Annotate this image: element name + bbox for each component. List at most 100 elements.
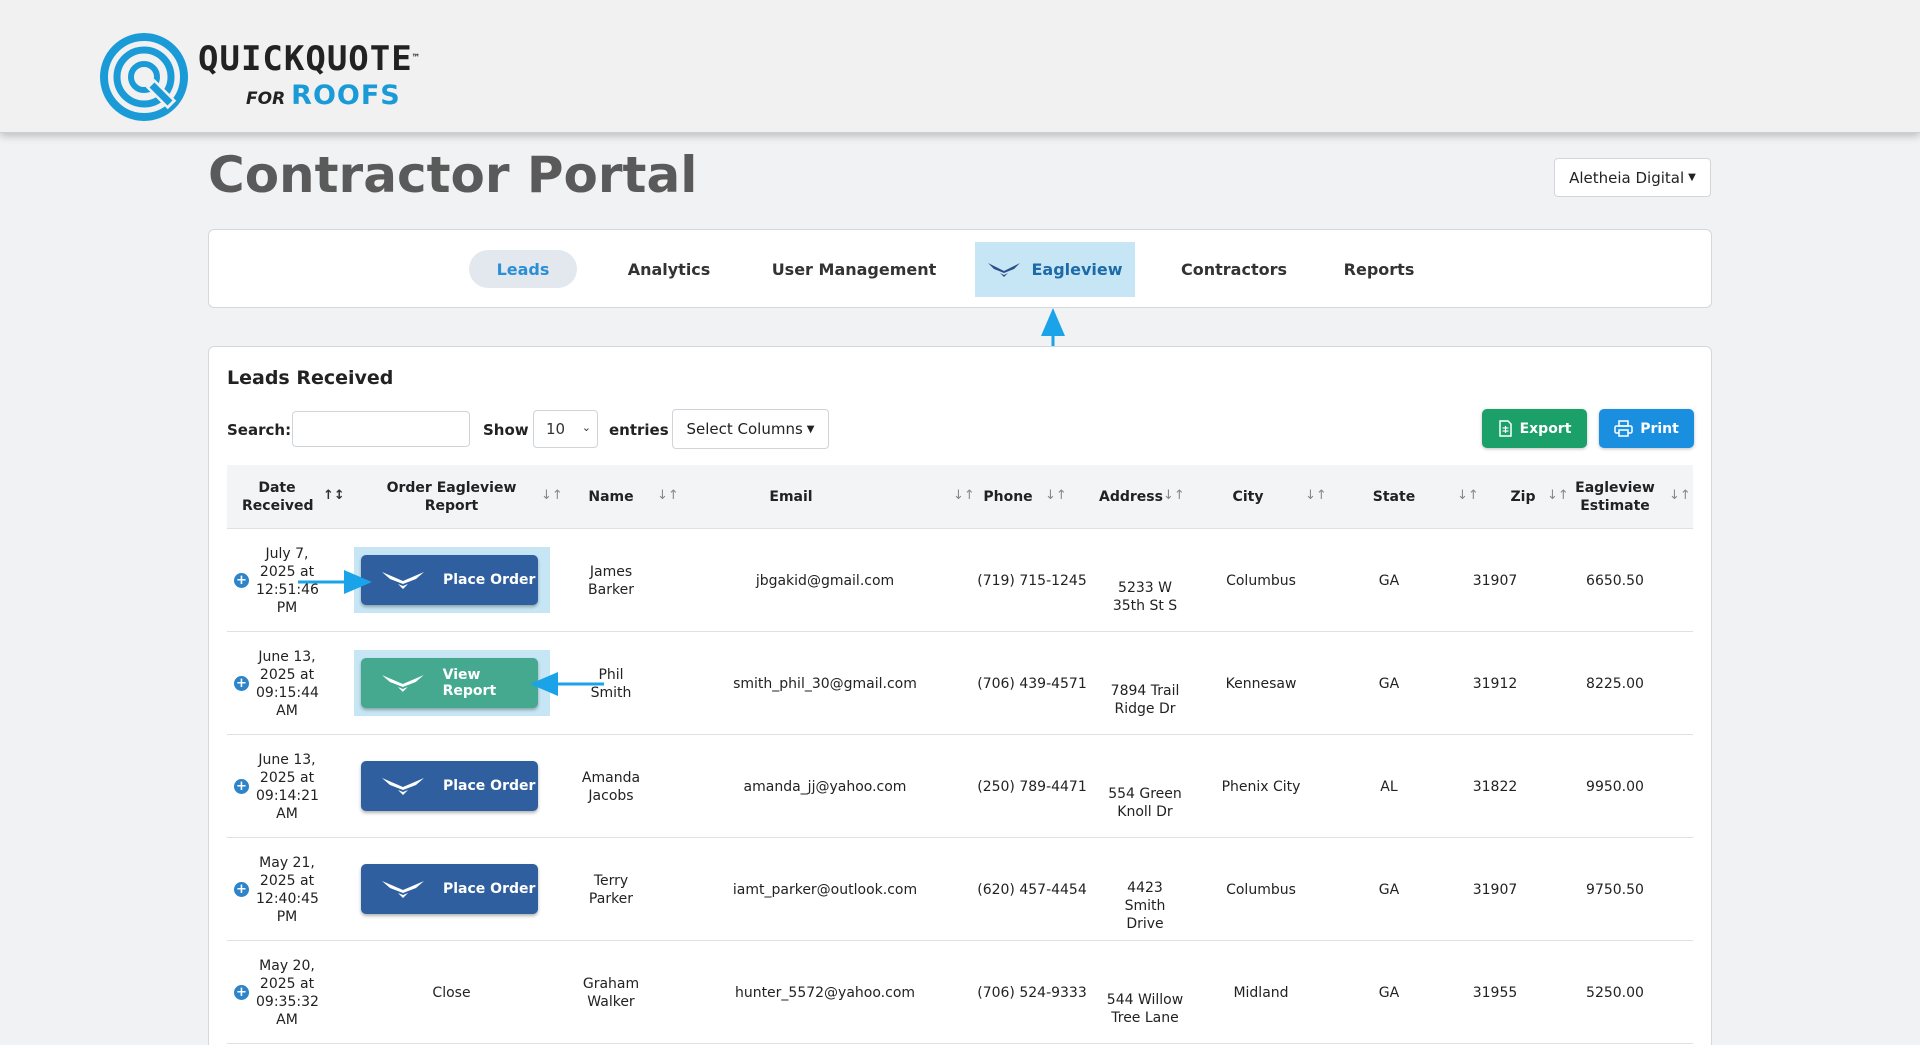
header-order-eagleview[interactable]: Order Eagleview Report [344, 465, 559, 529]
tab-reports[interactable]: Reports [1324, 250, 1434, 288]
eagleview-logo-icon [988, 262, 1021, 277]
page-title: Contractor Portal [208, 146, 698, 204]
select-columns-label: Select Columns [686, 420, 803, 438]
entries-value: 10 [546, 420, 566, 438]
logo-for: FOR [246, 88, 286, 109]
top-header-bar: QUICKQUOTE™ FOR ROOFS [0, 0, 1920, 133]
eagleview-logo-icon [382, 778, 424, 795]
cell-city: Midland [1233, 984, 1289, 1001]
caret-down-icon: ▼ [1688, 172, 1696, 183]
entries-select[interactable]: 10 ⌄ [533, 410, 598, 448]
cell-email: jbgakid@gmail.com [755, 572, 895, 589]
select-columns-button[interactable]: Select Columns ▼ [672, 409, 829, 449]
cell-estimate: 5250.00 [1586, 984, 1644, 1001]
cell-date: May 21, 2025 at 12:40:45 PM [256, 854, 319, 925]
eagleview-action-highlight: Place Order [354, 547, 550, 613]
caret-down-icon: ▼ [806, 423, 815, 435]
cell-city: Phenix City [1221, 778, 1301, 795]
header-date-received[interactable]: Date Received [227, 465, 327, 529]
cell-state: GA [1378, 572, 1400, 589]
table-row[interactable]: + June 13, 2025 at 09:14:21 AM Place Ord… [227, 735, 1693, 838]
cell-name: Terry Parker [588, 872, 634, 907]
tab-leads[interactable]: Leads [469, 250, 577, 288]
eagleview-logo-icon [381, 675, 424, 692]
header-name[interactable]: Name [559, 465, 663, 529]
organization-name: Aletheia Digital [1569, 168, 1685, 187]
eagleview-action: Place Order [354, 856, 550, 922]
export-label: Export [1519, 420, 1572, 437]
table-row[interactable]: + May 21, 2025 at 12:40:45 PM Place Orde… [227, 838, 1693, 941]
cell-city: Columbus [1226, 572, 1296, 589]
cell-name: Graham Walker [582, 975, 640, 1010]
cell-phone: (719) 715-1245 [977, 572, 1087, 589]
cell-zip: 31822 [1472, 778, 1518, 795]
tab-eagleview[interactable]: Eagleview [975, 242, 1135, 297]
callout-arrow-left-icon [530, 672, 604, 696]
place-order-button[interactable]: Place Order [361, 864, 538, 914]
header-phone[interactable]: Phone [967, 465, 1049, 529]
show-label: Show [483, 421, 529, 439]
cell-zip: 31907 [1472, 572, 1518, 589]
sort-icon[interactable]: ↓↑ [1457, 488, 1479, 503]
table-row[interactable]: + May 20, 2025 at 09:35:32 AM Close Grah… [227, 941, 1693, 1044]
chevron-down-icon: ⌄ [581, 421, 591, 434]
cell-state: GA [1378, 675, 1400, 692]
cell-address: 544 Willow Tree Lane [1106, 991, 1184, 1026]
place-order-label: Place Order [443, 572, 536, 588]
cell-phone: (250) 789-4471 [977, 778, 1087, 795]
organization-dropdown[interactable]: Aletheia Digital ▼ [1554, 158, 1711, 197]
cell-date: June 13, 2025 at 09:14:21 AM [256, 751, 319, 822]
leads-table: Date Received ↑↕ Order Eagleview Report … [227, 465, 1693, 1044]
tab-analytics[interactable]: Analytics [599, 250, 739, 288]
print-button[interactable]: Print [1599, 409, 1694, 448]
cell-date: May 20, 2025 at 09:35:32 AM [256, 957, 319, 1028]
header-state[interactable]: State [1339, 465, 1449, 529]
eagleview-logo-icon [382, 881, 424, 898]
logo-roofs: ROOFS [291, 79, 401, 111]
place-order-button[interactable]: Place Order [361, 761, 538, 811]
cell-email: amanda_jj@yahoo.com [743, 778, 907, 795]
cell-date: June 13, 2025 at 09:15:44 AM [256, 648, 319, 719]
print-label: Print [1640, 420, 1679, 437]
eagleview-action-highlight: View Report [354, 650, 550, 716]
eagleview-logo-icon [382, 572, 424, 589]
cell-email: iamt_parker@outlook.com [732, 881, 918, 898]
table-row[interactable]: + July 7, 2025 at 12:51:46 PM Place Orde… [227, 529, 1693, 632]
place-order-label: Place Order [443, 778, 536, 794]
cell-estimate: 6650.50 [1586, 572, 1644, 589]
logo-trademark: ™ [412, 52, 420, 64]
main-nav: Leads Analytics User Management Eaglevie… [208, 229, 1712, 308]
header-email[interactable]: Email [673, 465, 909, 529]
cell-name: James Barker [588, 563, 634, 598]
tab-contractors[interactable]: Contractors [1164, 250, 1304, 288]
cell-phone: (620) 457-4454 [977, 881, 1087, 898]
table-header: Date Received ↑↕ Order Eagleview Report … [227, 465, 1693, 529]
sort-icon[interactable]: ↓↑ [1045, 488, 1067, 503]
place-order-label: Place Order [443, 881, 536, 897]
tab-eagleview-label: Eagleview [1031, 260, 1123, 279]
place-order-button[interactable]: Place Order [361, 555, 538, 605]
table-row[interactable]: + June 13, 2025 at 09:15:44 AM View Repo… [227, 632, 1693, 735]
eagleview-action: Place Order [354, 753, 550, 819]
cell-order-status: Close [432, 984, 471, 1001]
sort-active-icon[interactable]: ↑↕ [323, 488, 345, 503]
logo-quickquote: QUICKQUOTE [198, 38, 413, 79]
cell-email: smith_phil_30@gmail.com [733, 675, 917, 692]
search-input[interactable] [292, 411, 470, 447]
entries-label: entries [609, 421, 669, 439]
view-report-button[interactable]: View Report [361, 658, 538, 708]
sort-icon[interactable]: ↓↑ [1305, 488, 1327, 503]
header-eagleview-estimate[interactable]: Eagleview Estimate [1565, 465, 1665, 529]
export-button[interactable]: Export [1482, 409, 1587, 448]
cell-city: Kennesaw [1225, 675, 1297, 692]
printer-icon [1614, 420, 1633, 437]
quickquote-logo-mark-icon [100, 33, 188, 121]
sort-icon[interactable]: ↓↑ [1163, 488, 1185, 503]
callout-arrow-right-icon [298, 570, 372, 594]
quickquote-logo[interactable]: QUICKQUOTE™ FOR ROOFS [100, 32, 420, 122]
tab-user-management[interactable]: User Management [749, 250, 959, 288]
header-city[interactable]: City [1193, 465, 1303, 529]
cell-estimate: 8225.00 [1586, 675, 1644, 692]
sort-icon[interactable]: ↓↑ [1669, 488, 1691, 503]
cell-phone: (706) 439-4571 [977, 675, 1087, 692]
